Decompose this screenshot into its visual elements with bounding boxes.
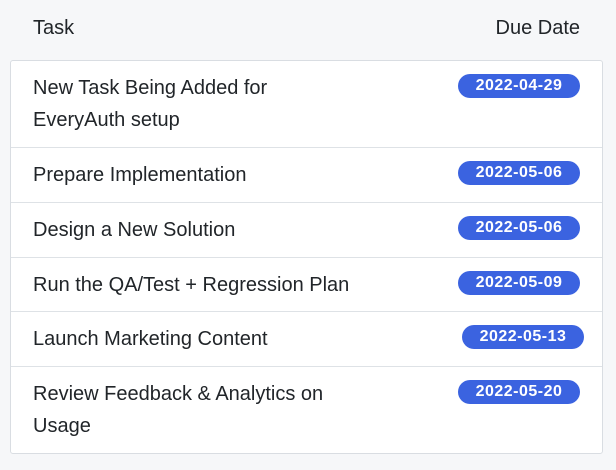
due-date-badge: 2022-05-06 [458, 161, 580, 185]
due-date-badge: 2022-05-13 [462, 325, 584, 349]
table-row[interactable]: Launch Marketing Content 2022-05-13 [11, 312, 602, 367]
due-date-badge: 2022-05-09 [458, 271, 580, 295]
task-title: New Task Being Added for EveryAuth setup [33, 77, 268, 131]
task-column-header: Task [33, 16, 75, 39]
task-list: New Task Being Added for EveryAuth setup… [10, 60, 603, 454]
due-date-badge: 2022-05-20 [458, 380, 580, 404]
due-date-badge: 2022-05-06 [458, 216, 580, 240]
task-title: Design a New Solution [33, 219, 236, 241]
table-row[interactable]: Design a New Solution 2022-05-06 [11, 203, 602, 258]
due-date-badge: 2022-04-29 [458, 74, 580, 98]
task-title: Review Feedback & Analytics on Usage [33, 383, 324, 437]
table-row[interactable]: New Task Being Added for EveryAuth setup… [11, 61, 602, 148]
task-title: Prepare Implementation [33, 164, 247, 186]
table-header: Task Due Date [0, 0, 616, 56]
table-row[interactable]: Run the QA/Test + Regression Plan 2022-0… [11, 258, 602, 312]
due-date-column-header: Due Date [495, 16, 581, 39]
table-row[interactable]: Prepare Implementation 2022-05-06 [11, 148, 602, 203]
task-title: Launch Marketing Content [33, 328, 268, 350]
table-row[interactable]: Review Feedback & Analytics on Usage 202… [11, 367, 602, 455]
task-title: Run the QA/Test + Regression Plan [33, 274, 350, 296]
